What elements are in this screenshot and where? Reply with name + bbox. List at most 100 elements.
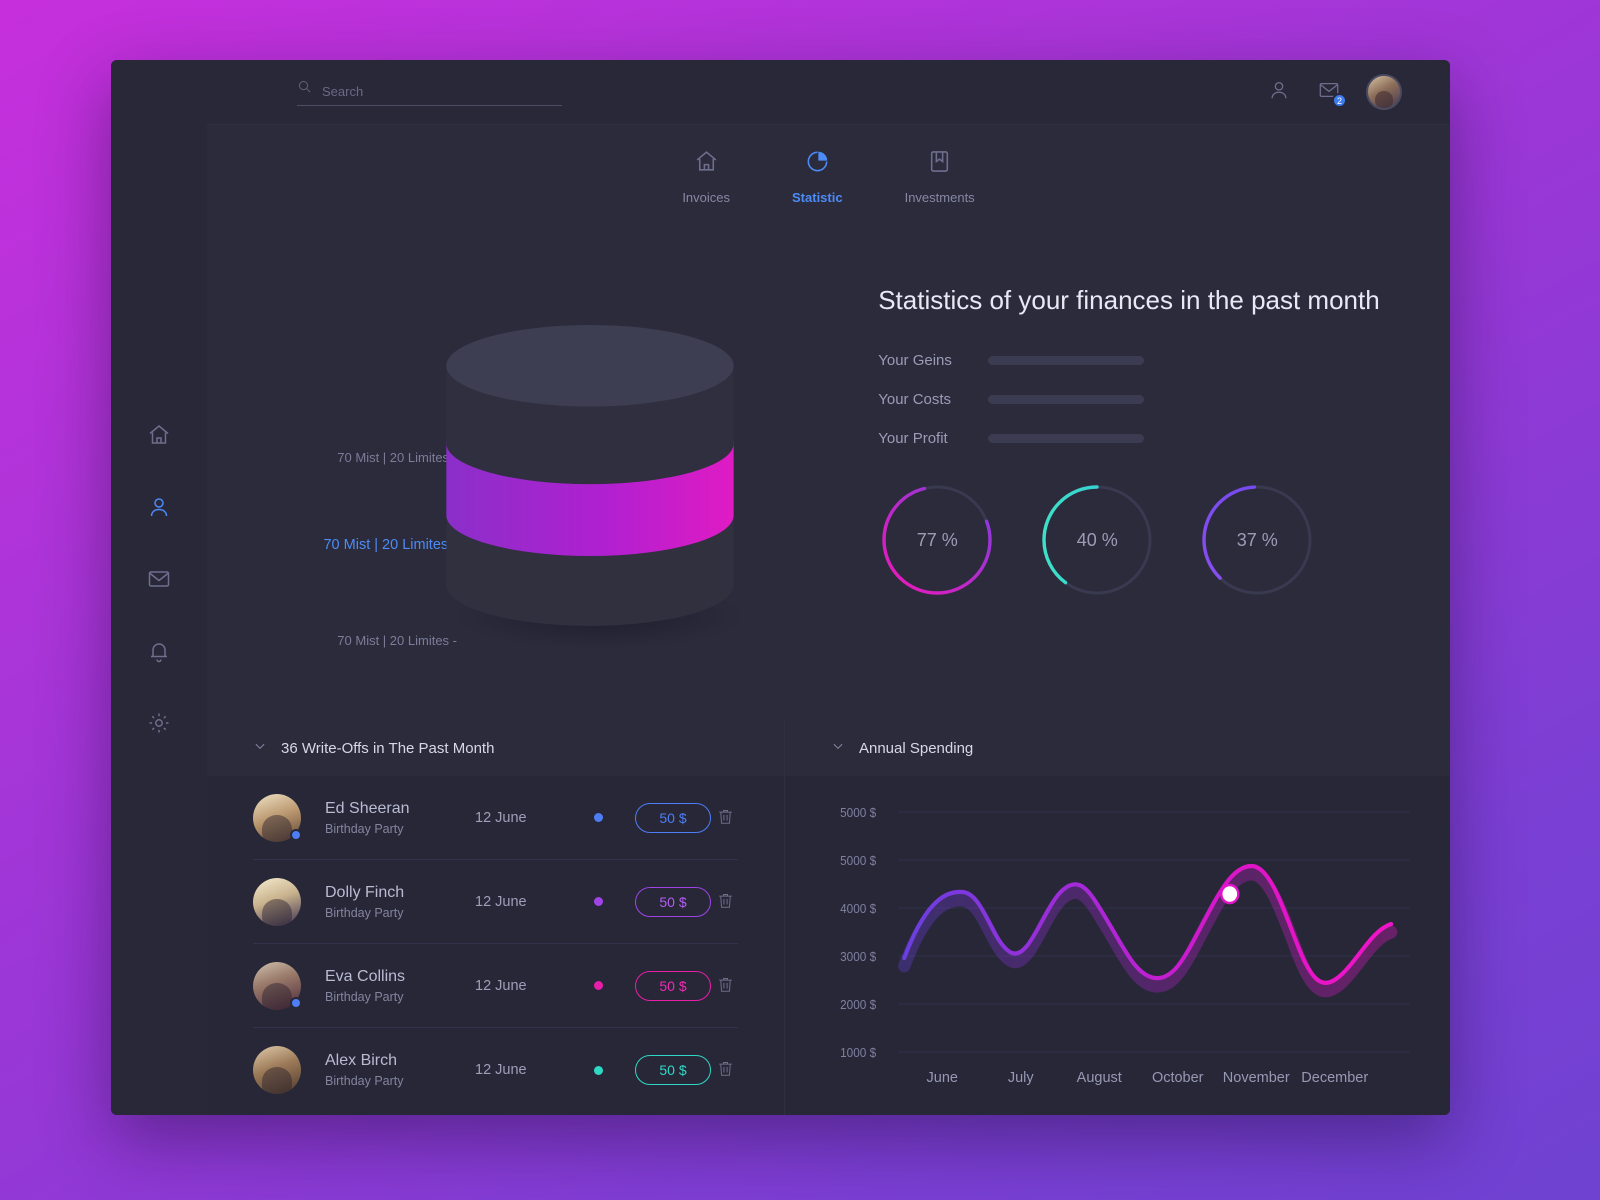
avatar xyxy=(253,1046,301,1094)
user-icon xyxy=(147,495,171,524)
spending-line-glow xyxy=(898,867,1398,998)
sidebar-item-home[interactable] xyxy=(137,415,181,459)
mail-icon xyxy=(147,567,171,596)
y-axis-tick: 5000 $ xyxy=(840,806,876,820)
x-axis-tick: August xyxy=(1076,1070,1122,1086)
trash-icon xyxy=(716,893,735,914)
topbar-actions: 2 xyxy=(1266,74,1402,110)
bookmark-icon xyxy=(927,149,952,179)
tab-statistic-label: Statistic xyxy=(792,190,843,205)
bottom-panels: 36 Write-Offs in The Past Month Ed Sheer… xyxy=(207,720,1450,1115)
table-row[interactable]: Ed Sheeran Birthday Party 12 June 50 $ xyxy=(253,776,738,860)
hero-body: 70 Mist | 20 Limites - 70 Mist | 20 Limi… xyxy=(207,205,1450,720)
search-icon xyxy=(297,79,312,99)
search-input[interactable] xyxy=(322,83,562,99)
donut-value-3: 37 % xyxy=(1236,529,1278,550)
tab-invoices-label: Invoices xyxy=(682,190,731,205)
amount-badge[interactable]: 50 $ xyxy=(635,1055,711,1085)
page-title: Statistics of your finances in the past … xyxy=(878,285,1380,315)
delete-button[interactable] xyxy=(716,891,738,913)
cylinder-chart[interactable] xyxy=(425,325,755,655)
writeoffs-list: Ed Sheeran Birthday Party 12 June 50 $ D… xyxy=(207,776,784,1112)
tab-investments-label: Investments xyxy=(904,190,975,205)
writeoffs-panel: 36 Write-Offs in The Past Month Ed Sheer… xyxy=(207,720,785,1115)
row-name: Alex Birch xyxy=(325,1052,398,1069)
writeoffs-header[interactable]: 36 Write-Offs in The Past Month xyxy=(207,720,784,776)
stat-row-costs: Your Costs xyxy=(878,391,1450,408)
table-row[interactable]: Alex Birch Birthday Party 12 June 50 $ xyxy=(253,1028,738,1112)
status-badge xyxy=(290,828,302,841)
y-axis-tick: 1000 $ xyxy=(840,1046,876,1060)
mail-badge: 2 xyxy=(1332,93,1347,108)
content-area: 2 Invoices Statistic xyxy=(207,60,1450,1115)
status-dot xyxy=(593,981,603,990)
sidebar-item-messages[interactable] xyxy=(137,559,181,603)
gear-icon xyxy=(147,711,171,740)
amount-badge[interactable]: 50 $ xyxy=(635,886,711,917)
row-date: 12 June xyxy=(475,1062,527,1078)
status-dot xyxy=(593,897,603,906)
data-point-marker xyxy=(1220,883,1240,905)
chevron-down-icon xyxy=(831,739,845,758)
stat-row-profit: Your Profit xyxy=(878,430,1450,447)
top-bar: 2 xyxy=(207,60,1450,125)
pie-chart-icon xyxy=(805,149,830,179)
tab-statistic[interactable]: Statistic xyxy=(792,149,843,205)
status-dot xyxy=(593,813,603,822)
donut-chart-2[interactable]: 40 % xyxy=(1038,481,1156,599)
status-dot xyxy=(593,1065,603,1075)
row-subtitle: Birthday Party xyxy=(325,1074,404,1088)
x-axis-labels: June July August October November Decemb… xyxy=(825,1070,1410,1086)
cylinder-chart-area: 70 Mist | 20 Limites - 70 Mist | 20 Limi… xyxy=(207,205,878,720)
sidebar xyxy=(111,60,207,1115)
sidebar-item-profile[interactable] xyxy=(137,487,181,531)
mail-icon-button[interactable]: 2 xyxy=(1316,79,1347,108)
y-axis-tick: 4000 $ xyxy=(840,902,876,916)
donut-chart-1[interactable]: 77 % xyxy=(878,481,996,599)
sidebar-item-notifications[interactable] xyxy=(137,631,181,675)
chevron-down-icon xyxy=(253,739,267,758)
row-status-dot-cell xyxy=(561,813,635,822)
y-axis-tick: 2000 $ xyxy=(840,998,876,1012)
amount-badge[interactable]: 50 $ xyxy=(635,970,711,1001)
table-row[interactable]: Dolly Finch Birthday Party 12 June 50 $ xyxy=(253,860,738,944)
donut-chart-3[interactable]: 37 % xyxy=(1198,481,1316,599)
search-field[interactable] xyxy=(297,79,562,106)
sidebar-item-settings[interactable] xyxy=(137,703,181,747)
amount-badge[interactable]: 50 $ xyxy=(635,802,711,833)
trash-icon xyxy=(716,977,735,998)
donut-value-2: 40 % xyxy=(1076,529,1118,550)
delete-button[interactable] xyxy=(716,975,738,997)
row-status-dot-cell xyxy=(561,1065,635,1075)
spending-header[interactable]: Annual Spending xyxy=(784,720,1450,776)
tab-invoices[interactable]: Invoices xyxy=(682,149,730,205)
status-badge xyxy=(290,996,302,1009)
avatar xyxy=(253,961,302,1010)
cylinder-label-middle: 70 Mist | 20 Limites - xyxy=(323,537,457,553)
stat-label-profit: Your Profit xyxy=(878,430,948,447)
trash-icon xyxy=(716,1062,735,1082)
row-name: Dolly Finch xyxy=(325,883,405,901)
hero-panel: Invoices Statistic Investments 70 Mist |… xyxy=(207,125,1450,720)
delete-button[interactable] xyxy=(716,1059,738,1081)
stat-track-profit xyxy=(988,434,1145,443)
table-row[interactable]: Eva Collins Birthday Party 12 June 50 $ xyxy=(253,944,738,1028)
avatar[interactable] xyxy=(1366,74,1402,110)
x-axis-tick: December xyxy=(1301,1070,1369,1086)
delete-button[interactable] xyxy=(716,807,738,829)
row-subtitle: Birthday Party xyxy=(325,821,404,836)
spending-chart[interactable]: 5000 $ 5000 $ 4000 $ 3000 $ 2000 $ 1000 … xyxy=(785,776,1450,1115)
stat-label-geins: Your Geins xyxy=(878,352,952,369)
tab-investments[interactable]: Investments xyxy=(905,149,975,205)
row-name: Ed Sheeran xyxy=(325,799,410,817)
spending-title: Annual Spending xyxy=(858,739,974,757)
row-date: 12 June xyxy=(475,809,527,826)
row-subtitle: Birthday Party xyxy=(325,989,404,1004)
x-axis-tick: June xyxy=(926,1070,958,1086)
row-date: 12 June xyxy=(475,893,527,910)
profile-icon-button[interactable] xyxy=(1266,79,1292,105)
x-axis-tick: November xyxy=(1222,1070,1290,1086)
y-axis-tick: 5000 $ xyxy=(840,854,876,868)
statistics-panel: Statistics of your finances in the past … xyxy=(878,205,1450,720)
row-status-dot-cell xyxy=(561,981,635,990)
